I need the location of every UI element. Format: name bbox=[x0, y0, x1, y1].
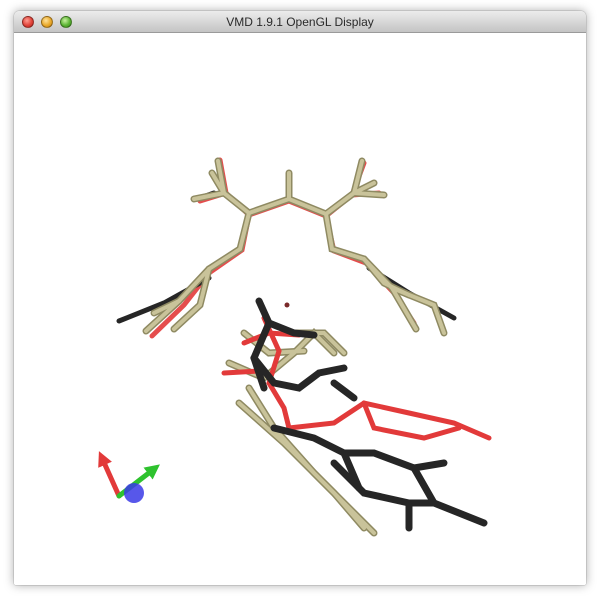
upper-molecule-fragment bbox=[116, 157, 457, 339]
window-title: VMD 1.9.1 OpenGL Display bbox=[226, 15, 374, 29]
lower-molecule-fragment bbox=[221, 297, 492, 537]
title-bar[interactable]: VMD 1.9.1 OpenGL Display bbox=[14, 11, 586, 33]
molecule-scene bbox=[98, 157, 492, 537]
atom-dot bbox=[284, 302, 290, 308]
axes-indicator bbox=[98, 451, 160, 503]
vmd-display-window: VMD 1.9.1 OpenGL Display bbox=[14, 11, 586, 585]
opengl-display-viewport[interactable] bbox=[14, 33, 586, 585]
